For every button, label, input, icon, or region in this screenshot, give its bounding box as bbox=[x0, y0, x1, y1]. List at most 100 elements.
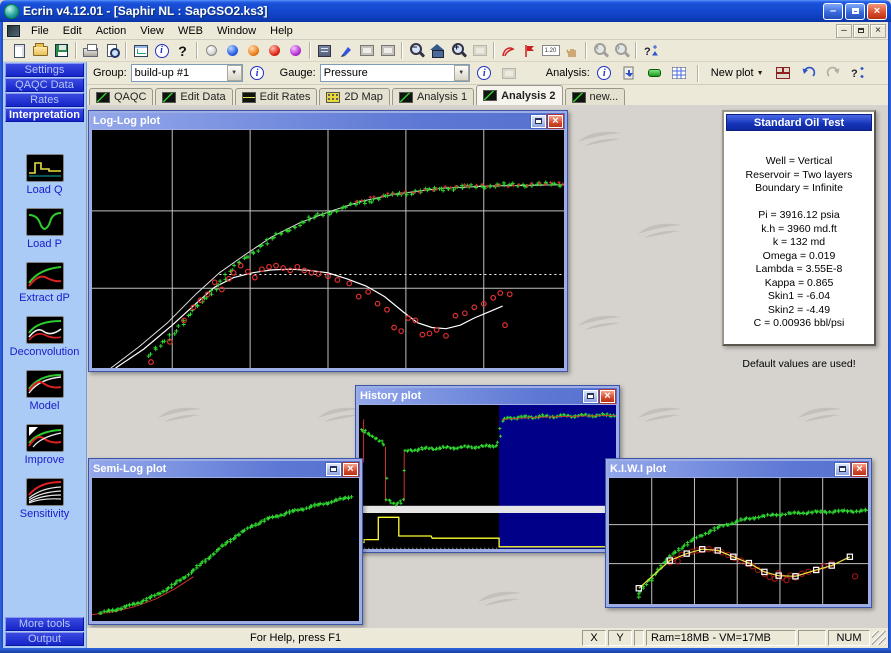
sidebar-item-interpretation[interactable]: Interpretation bbox=[5, 108, 84, 122]
menu-file[interactable]: File bbox=[24, 24, 56, 38]
tab-analysis-2[interactable]: Analysis 2 bbox=[476, 85, 562, 105]
loglog-plot-titlebar[interactable]: Log-Log plot × bbox=[91, 113, 565, 129]
fluid-gray-icon[interactable] bbox=[201, 41, 222, 61]
zoom-next-icon[interactable]: › bbox=[611, 41, 632, 61]
load-p-button[interactable]: Load P bbox=[26, 208, 64, 250]
loglog-maximize-button[interactable] bbox=[531, 115, 546, 128]
window-frame-bottom bbox=[0, 648, 891, 653]
menu-edit[interactable]: Edit bbox=[56, 24, 89, 38]
mdi-close-button[interactable]: × bbox=[870, 24, 886, 38]
semilog-plot-canvas[interactable] bbox=[92, 478, 359, 621]
sidebar-item-rates[interactable]: Rates bbox=[5, 93, 84, 107]
kiwi-close-button[interactable]: × bbox=[852, 463, 867, 476]
improve-button[interactable]: Improve bbox=[25, 424, 65, 466]
sidebar-item-qaqc-data[interactable]: QAQC Data bbox=[5, 78, 84, 92]
draw-line-icon[interactable] bbox=[498, 41, 519, 61]
group-info-icon[interactable]: i bbox=[247, 63, 268, 83]
group-select[interactable]: build-up #1 ▼ bbox=[131, 64, 243, 82]
undo-icon[interactable] bbox=[798, 63, 819, 83]
sensitivity-button[interactable]: Sensitivity bbox=[20, 478, 70, 520]
gauge-settings-icon[interactable] bbox=[499, 63, 520, 83]
scale-icon[interactable]: 1.20 bbox=[540, 41, 561, 61]
extract-dp-button[interactable]: Extract dP bbox=[19, 262, 70, 304]
menu-window[interactable]: Window bbox=[210, 24, 263, 38]
interpretation-tools: Load Q Load P Extract dP Deconvolution bbox=[3, 154, 86, 520]
new-document-icon[interactable] bbox=[9, 41, 30, 61]
save-icon[interactable] bbox=[51, 41, 72, 61]
fluid-orange-icon[interactable] bbox=[243, 41, 264, 61]
analysis-grid-icon[interactable] bbox=[669, 63, 690, 83]
tab-edit-data[interactable]: Edit Data bbox=[155, 88, 232, 105]
menu-action[interactable]: Action bbox=[89, 24, 134, 38]
plot-window-icon[interactable] bbox=[130, 41, 151, 61]
zoom-out-icon[interactable]: − bbox=[406, 41, 427, 61]
load-q-button[interactable]: Load Q bbox=[26, 154, 64, 196]
help-icon[interactable]: ? bbox=[172, 41, 193, 61]
history-maximize-button[interactable] bbox=[583, 390, 598, 403]
zoom-prev-icon[interactable]: ‹ bbox=[590, 41, 611, 61]
title-bar[interactable]: Ecrin v4.12.01 - [Saphir NL : SapGSO2.ks… bbox=[0, 0, 891, 22]
history-plot-canvas[interactable] bbox=[359, 405, 616, 549]
zoom-window-icon[interactable] bbox=[469, 41, 490, 61]
close-button[interactable]: × bbox=[867, 3, 887, 20]
context-help-icon[interactable]: ? bbox=[848, 63, 869, 83]
tab-qaqc[interactable]: QAQC bbox=[89, 88, 153, 105]
minimize-button[interactable]: – bbox=[823, 3, 843, 20]
fluid-red-icon[interactable] bbox=[264, 41, 285, 61]
history-plot-titlebar[interactable]: History plot × bbox=[358, 388, 617, 404]
print-preview-icon[interactable] bbox=[101, 41, 122, 61]
kiwi-plot-titlebar[interactable]: K.I.W.I plot × bbox=[608, 461, 869, 477]
loglog-close-button[interactable]: × bbox=[548, 115, 563, 128]
semilog-maximize-button[interactable] bbox=[326, 463, 341, 476]
menu-web[interactable]: WEB bbox=[171, 24, 210, 38]
document-icon[interactable] bbox=[7, 25, 20, 37]
fluid-blue-icon[interactable] bbox=[222, 41, 243, 61]
new-plot-button[interactable]: New plot ▼ bbox=[706, 63, 769, 83]
properties-icon[interactable] bbox=[314, 41, 335, 61]
resize-grip[interactable] bbox=[872, 631, 886, 645]
deconvolution-button[interactable]: Deconvolution bbox=[10, 316, 80, 358]
kiwi-plot-canvas[interactable] bbox=[609, 478, 868, 604]
help-pointer-icon[interactable]: ? bbox=[640, 41, 661, 61]
tab-new-icon bbox=[572, 92, 586, 103]
gauge-dropdown-icon[interactable]: ▼ bbox=[454, 65, 469, 81]
analysis-active-icon[interactable] bbox=[644, 63, 665, 83]
loglog-plot-canvas[interactable] bbox=[92, 130, 564, 368]
sidebar-item-settings[interactable]: Settings bbox=[5, 63, 84, 77]
kiwi-maximize-button[interactable] bbox=[835, 463, 850, 476]
mdi-restore-button[interactable] bbox=[853, 24, 869, 38]
new-plot-dropdown-icon[interactable]: ▼ bbox=[757, 70, 764, 77]
mdi-minimize-button[interactable]: – bbox=[836, 24, 852, 38]
flag-icon[interactable] bbox=[519, 41, 540, 61]
tile-plots-icon[interactable] bbox=[773, 63, 794, 83]
history-close-button[interactable]: × bbox=[600, 390, 615, 403]
more-tools-button[interactable]: More tools bbox=[5, 617, 84, 631]
model-button[interactable]: Model bbox=[26, 370, 64, 412]
output-button[interactable]: Output bbox=[5, 632, 84, 646]
semilog-close-button[interactable]: × bbox=[343, 463, 358, 476]
open-icon[interactable] bbox=[30, 41, 51, 61]
gauge-select[interactable]: Pressure ▼ bbox=[320, 64, 470, 82]
print-icon[interactable] bbox=[80, 41, 101, 61]
tab-edit-rates[interactable]: Edit Rates bbox=[235, 88, 318, 105]
tab-2d-map[interactable]: 2D Map bbox=[319, 88, 390, 105]
fluid-purple-icon[interactable] bbox=[285, 41, 306, 61]
menu-help[interactable]: Help bbox=[263, 24, 300, 38]
copy-plot-icon[interactable] bbox=[356, 41, 377, 61]
semilog-plot-titlebar[interactable]: Semi-Log plot × bbox=[91, 461, 360, 477]
analysis-info-icon[interactable]: i bbox=[594, 63, 615, 83]
zoom-in-icon[interactable]: + bbox=[448, 41, 469, 61]
tab-analysis-1[interactable]: Analysis 1 bbox=[392, 88, 474, 105]
gauge-info-icon[interactable]: i bbox=[474, 63, 495, 83]
edit-pen-icon[interactable] bbox=[335, 41, 356, 61]
home-icon[interactable] bbox=[427, 41, 448, 61]
analysis-copy-icon[interactable] bbox=[619, 63, 640, 83]
menu-view[interactable]: View bbox=[133, 24, 171, 38]
snapshot-icon[interactable] bbox=[377, 41, 398, 61]
pan-hand-icon[interactable] bbox=[561, 41, 582, 61]
group-dropdown-icon[interactable]: ▼ bbox=[227, 65, 242, 81]
maximize-button[interactable] bbox=[845, 3, 865, 20]
redo-icon[interactable] bbox=[823, 63, 844, 83]
info-icon[interactable]: i bbox=[151, 41, 172, 61]
tab-new[interactable]: new... bbox=[565, 88, 626, 105]
